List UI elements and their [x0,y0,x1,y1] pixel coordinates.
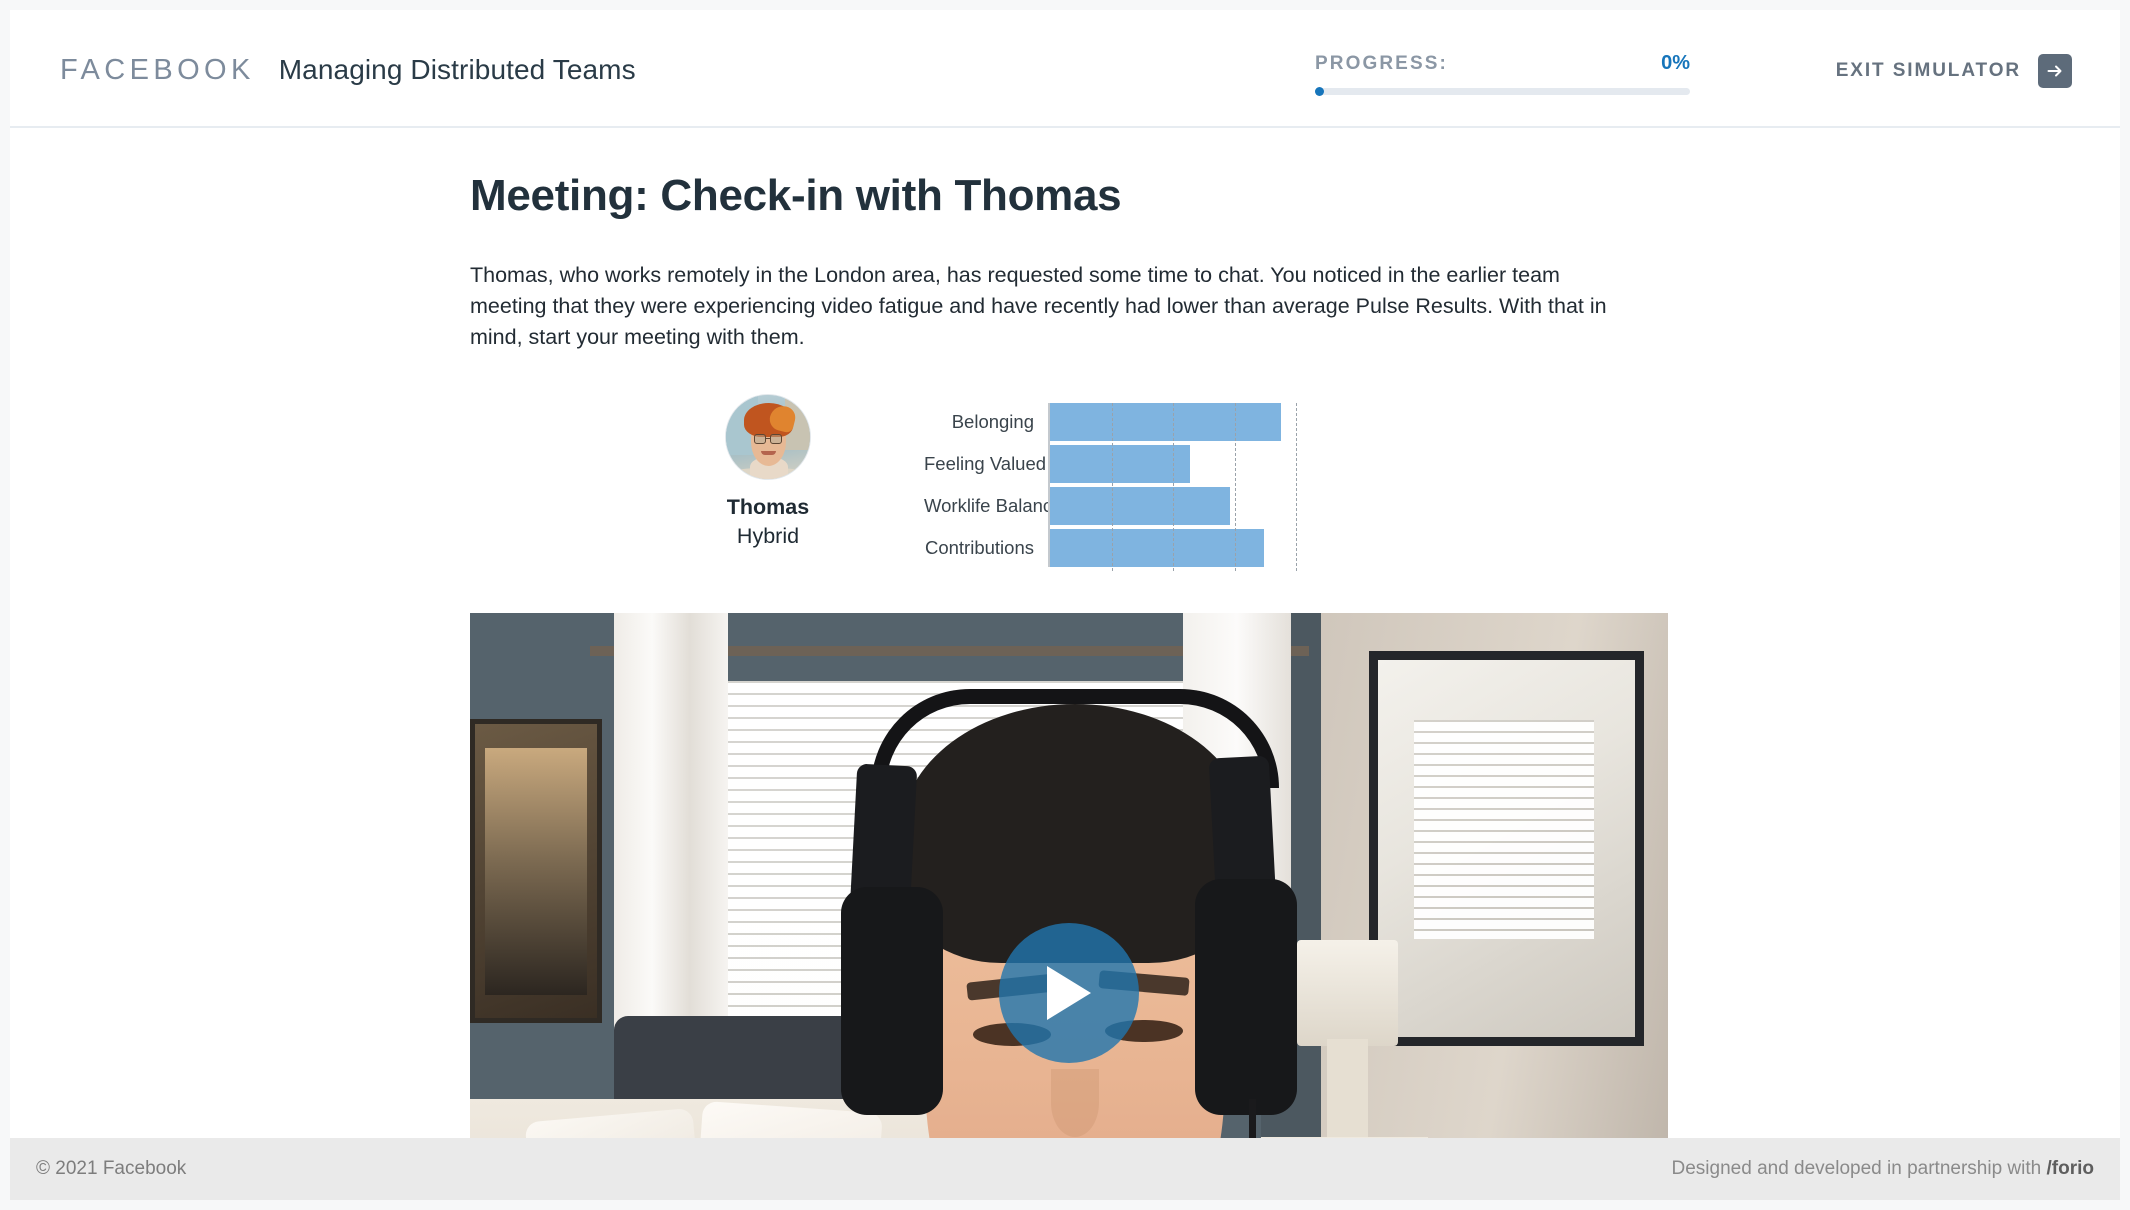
brand-block: FACEBOOK Managing Distributed Teams [60,54,636,87]
simulator-app: FACEBOOK Managing Distributed Teams PROG… [10,10,2120,1200]
persona-role: Hybrid [736,524,800,548]
chart-bar [1050,487,1230,525]
progress-label: PROGRESS: [1315,53,1448,74]
progress-bar[interactable] [1315,87,1690,96]
chart-bar [1050,529,1265,567]
facebook-logo-text: FACEBOOK [60,54,255,86]
video-player[interactable] [470,613,1668,1138]
play-icon[interactable] [999,923,1139,1063]
chart-label: Belonging [951,411,1034,432]
credit-label: Designed and developed in partnership wi… [1671,1158,2047,1179]
persona-card: Thomas Hybrid [702,395,834,549]
progress-block: PROGRESS: 0% [1315,52,1690,96]
pulse-results-chart: Belonging Feeling Valued Worklife Balance C… [924,395,1297,571]
chart-label: Feeling Valued [924,453,1047,474]
chart-label: Contributions [924,537,1034,558]
chart-gridline [1173,403,1174,571]
chart-bar [1050,445,1191,483]
course-title: Managing Distributed Teams [278,54,636,85]
chart-gridline [1234,403,1236,571]
page-body: Meeting: Check-in with Thomas Thomas, wh… [10,128,2120,1138]
chart-label: Worklife Balance [924,495,1063,516]
exit-simulator-button[interactable]: EXIT SIMULATOR [1836,54,2072,88]
chart-gridline [1111,403,1113,571]
app-footer: © 2021 Facebook Designed and developed i… [10,1138,2120,1200]
chart-bar [1050,403,1282,441]
persona-name: Thomas [726,495,810,519]
chart-category-labels: Belonging Feeling Valued Worklife Balance C… [924,403,1063,567]
persona-and-chart-row: Thomas Hybrid Belonging Feeling Valued Wor… [470,395,1670,571]
progress-value: 0% [1661,52,1690,74]
arrow-right-icon [2038,54,2072,88]
forio-logo: /forio [2046,1158,2095,1179]
credit-text: Designed and developed in partnership wi… [1672,1158,2094,1180]
page-title: Meeting: Check-in with Thomas [470,171,1122,220]
avatar [726,395,810,479]
content-column: Meeting: Check-in with Thomas Thomas, wh… [470,128,1670,1138]
intro-paragraph: Thomas, who works remotely in the London… [470,263,1607,349]
chart-plot-area [1048,403,1297,571]
app-header: FACEBOOK Managing Distributed Teams PROG… [10,10,2120,128]
progress-knob [1315,87,1324,96]
chart-gridline [1296,403,1297,571]
exit-simulator-label: EXIT SIMULATOR [1835,60,2021,81]
progress-row: PROGRESS: 0% [1315,52,1690,75]
copyright-text: © 2021 Facebook [36,1158,187,1179]
